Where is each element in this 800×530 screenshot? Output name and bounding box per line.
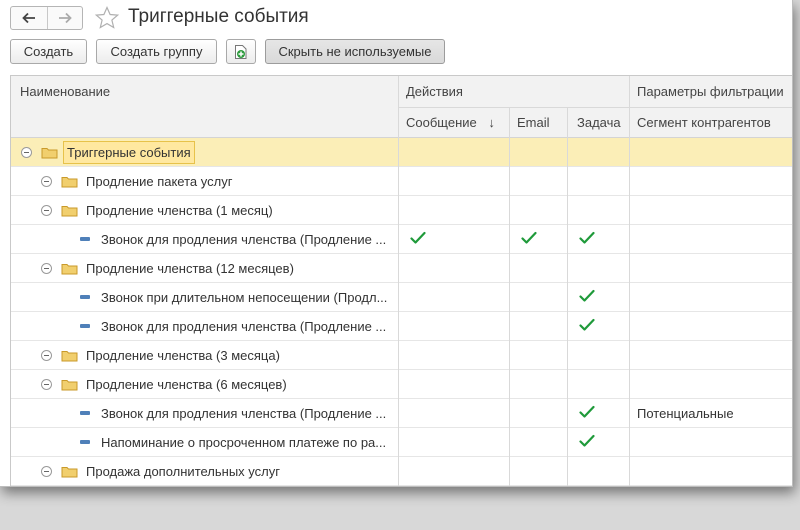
task-check-icon xyxy=(579,289,595,302)
collapse-toggle-icon[interactable] xyxy=(21,146,32,158)
table-row[interactable]: Триггерные события xyxy=(11,138,792,167)
table-row[interactable]: Продление членства (6 месяцев) xyxy=(11,370,792,399)
row-name: Продление членства (3 месяца) xyxy=(86,347,280,363)
collapse-toggle-icon[interactable] xyxy=(41,465,52,477)
collapse-toggle-icon[interactable] xyxy=(41,175,52,187)
navigation-buttons xyxy=(10,6,83,30)
arrow-left-icon xyxy=(21,12,35,24)
row-name-cell: Продление пакета услуг xyxy=(41,167,232,195)
task-check-icon xyxy=(579,318,595,331)
row-name-cell: Звонок для продления членства (Продление… xyxy=(80,312,386,340)
header-divider xyxy=(398,107,792,108)
collapse-toggle-icon[interactable] xyxy=(41,378,52,390)
segment-cell: Потенциальные xyxy=(637,405,734,421)
item-icon xyxy=(80,411,90,415)
item-icon xyxy=(80,440,90,444)
title-bar: Триггерные события xyxy=(0,0,792,36)
row-name: Продление членства (6 месяцев) xyxy=(86,376,287,392)
col-divider xyxy=(629,76,630,486)
row-name: Звонок для продления членства (Продление… xyxy=(101,405,387,421)
collapse-toggle-icon[interactable] xyxy=(41,349,52,361)
row-name-cell: Триггерные события xyxy=(21,138,195,166)
folder-icon xyxy=(61,263,78,274)
column-name-header[interactable]: Наименование xyxy=(20,84,110,99)
star-icon[interactable] xyxy=(94,5,120,31)
folder-icon xyxy=(61,466,78,477)
row-name-cell: Звонок для продления членства (Продление… xyxy=(80,225,386,253)
col-divider xyxy=(509,107,510,486)
column-message-label: Сообщение xyxy=(406,115,477,130)
folder-icon xyxy=(61,176,78,187)
row-name: Продажа дополнительных услуг xyxy=(86,463,280,479)
task-check-icon xyxy=(579,434,595,447)
row-name-cell: Продление членства (3 месяца) xyxy=(41,341,280,369)
folder-icon xyxy=(61,379,78,390)
table-header: Наименование Действия Параметры фильтрац… xyxy=(11,76,792,138)
column-task-header[interactable]: Задача xyxy=(577,115,621,130)
table-row[interactable]: Продление членства (12 месяцев) xyxy=(11,254,792,283)
col-divider xyxy=(567,107,568,486)
table-row[interactable]: Продажа дополнительных услуг xyxy=(11,457,792,486)
row-name-cell: Продажа дополнительных услуг xyxy=(41,457,280,485)
message-check-icon xyxy=(410,231,426,244)
column-segment-header[interactable]: Сегмент контрагентов xyxy=(637,115,771,130)
table-row[interactable]: Продление членства (1 месяц) xyxy=(11,196,792,225)
item-icon xyxy=(80,324,90,328)
table-row[interactable]: Продление членства (3 месяца) xyxy=(11,341,792,370)
row-name-cell: Звонок при длительном непосещении (Продл… xyxy=(80,283,387,311)
add-document-button[interactable] xyxy=(226,39,256,64)
table-row[interactable]: Звонок для продления членства (Продление… xyxy=(11,312,792,341)
hide-unused-toggle[interactable]: Скрыть не используемые xyxy=(265,39,445,64)
row-name: Продление членства (1 месяц) xyxy=(86,202,273,218)
row-name: Звонок для продления членства (Продление… xyxy=(101,318,387,334)
create-button[interactable]: Создать xyxy=(10,39,87,64)
folder-icon xyxy=(41,147,58,158)
row-name-cell: Напоминание о просроченном платеже по ра… xyxy=(80,428,386,456)
back-button[interactable] xyxy=(11,7,47,29)
column-message-header[interactable]: Сообщение ↓ xyxy=(406,115,495,130)
task-check-icon xyxy=(579,231,595,244)
row-name: Звонок для продления членства (Продление… xyxy=(101,231,387,247)
table-row[interactable]: Звонок для продления членства (Продление… xyxy=(11,399,792,428)
table-row[interactable]: Звонок при длительном непосещении (Продл… xyxy=(11,283,792,312)
table-row[interactable]: Напоминание о просроченном платеже по ра… xyxy=(11,428,792,457)
row-name: Продление членства (12 месяцев) xyxy=(86,260,294,276)
table-row[interactable]: Звонок для продления членства (Продление… xyxy=(11,225,792,254)
command-bar: Создать Создать группу Скрыть не использ… xyxy=(0,38,792,68)
collapse-toggle-icon[interactable] xyxy=(41,204,52,216)
trigger-events-table: Наименование Действия Параметры фильтрац… xyxy=(10,75,792,486)
task-check-icon xyxy=(579,405,595,418)
arrow-right-icon xyxy=(58,12,72,24)
column-email-header[interactable]: Email xyxy=(517,115,550,130)
folder-icon xyxy=(61,350,78,361)
form-window: Триггерные события Создать Создать групп… xyxy=(0,0,793,487)
row-name-cell: Звонок для продления членства (Продление… xyxy=(80,399,386,427)
folder-icon xyxy=(61,205,78,216)
column-group-filter: Параметры фильтрации xyxy=(637,84,784,99)
row-name-cell: Продление членства (6 месяцев) xyxy=(41,370,287,398)
email-check-icon xyxy=(521,231,537,244)
collapse-toggle-icon[interactable] xyxy=(41,262,52,274)
item-icon xyxy=(80,295,90,299)
row-name: Напоминание о просроченном платеже по ра… xyxy=(101,434,387,450)
row-name: Триггерные события xyxy=(63,140,195,164)
forward-button[interactable] xyxy=(46,7,83,29)
table-row[interactable]: Продление пакета услуг xyxy=(11,167,792,196)
page-title: Триггерные события xyxy=(128,6,309,27)
create-group-button[interactable]: Создать группу xyxy=(96,39,217,64)
column-group-actions: Действия xyxy=(406,84,463,99)
sort-arrow-icon: ↓ xyxy=(488,115,495,130)
row-name: Звонок при длительном непосещении (Продл… xyxy=(101,289,388,305)
row-name: Продление пакета услуг xyxy=(86,173,233,189)
item-icon xyxy=(80,237,90,241)
row-name-cell: Продление членства (12 месяцев) xyxy=(41,254,294,282)
add-document-icon xyxy=(235,44,247,59)
col-divider xyxy=(398,76,399,486)
row-name-cell: Продление членства (1 месяц) xyxy=(41,196,273,224)
